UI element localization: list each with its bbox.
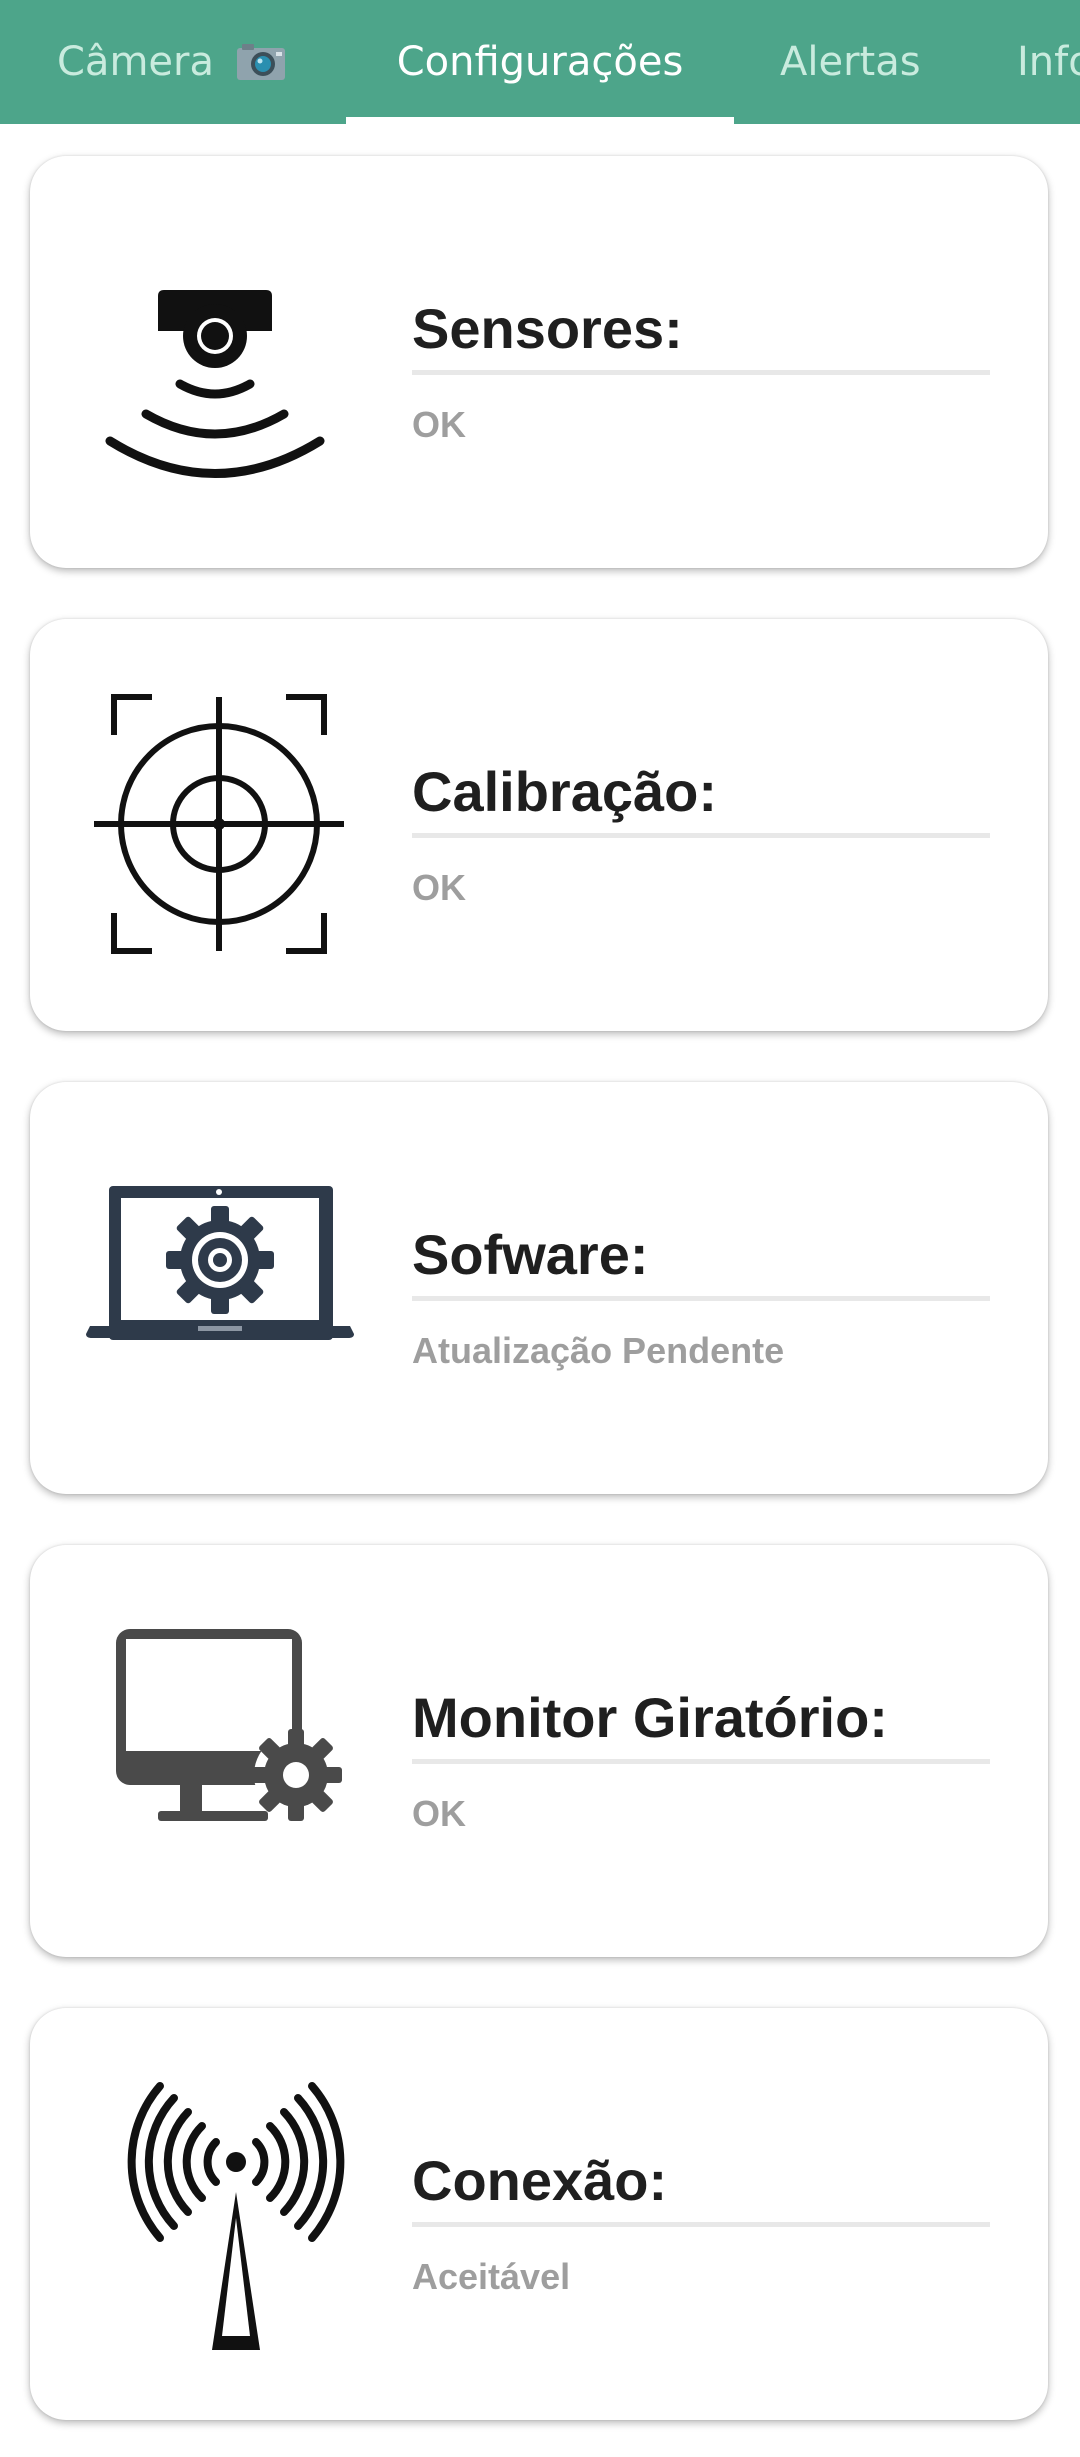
card-title: Sensores: [412, 297, 683, 360]
card-divider [412, 2222, 990, 2227]
status-text: OK [412, 1793, 466, 1834]
tab-alertas-label: Alertas [780, 39, 921, 85]
card-divider [412, 833, 990, 838]
card-sofware[interactable]: Sofware: Atualização Pendente [30, 1082, 1048, 1494]
calibration-target-icon [94, 694, 344, 954]
tab-configuracoes[interactable]: Configurações [346, 0, 734, 124]
tab-configuracoes-label: Configurações [396, 39, 684, 85]
tab-info-label: Info [1017, 39, 1080, 85]
tab-bar: Câmera Configurações Alertas Info [0, 0, 1080, 124]
sensor-icon [105, 290, 325, 478]
tab-camera[interactable]: Câmera [57, 0, 286, 124]
card-divider [412, 1759, 990, 1764]
tab-info[interactable]: Info [1017, 0, 1080, 124]
card-conexao[interactable]: Conexão: Aceitável [30, 2008, 1048, 2420]
card-title: Sofware: [412, 1223, 649, 1286]
tab-camera-label: Câmera [57, 39, 214, 85]
card-title: Monitor Giratório: [412, 1686, 888, 1749]
camera-icon [236, 44, 285, 80]
laptop-gear-icon [86, 1186, 354, 1340]
status-text: OK [412, 867, 466, 908]
status-text: OK [412, 404, 466, 445]
antenna-signal-icon [127, 2082, 345, 2350]
card-title: Conexão: [412, 2149, 668, 2212]
status-text: Atualização Pendente [412, 1330, 785, 1371]
card-calibracao[interactable]: Calibração: OK [30, 619, 1048, 1031]
active-tab-indicator [346, 117, 734, 124]
tab-alertas[interactable]: Alertas [780, 0, 921, 124]
card-divider [412, 1296, 990, 1301]
card-monitor-giratorio[interactable]: Monitor Giratório: OK [30, 1545, 1048, 1957]
card-title: Calibração: [412, 760, 717, 823]
monitor-gear-icon [116, 1629, 342, 1821]
status-text: Aceitável [412, 2256, 571, 2297]
card-divider [412, 370, 990, 375]
card-sensores[interactable]: Sensores: OK [30, 156, 1048, 568]
